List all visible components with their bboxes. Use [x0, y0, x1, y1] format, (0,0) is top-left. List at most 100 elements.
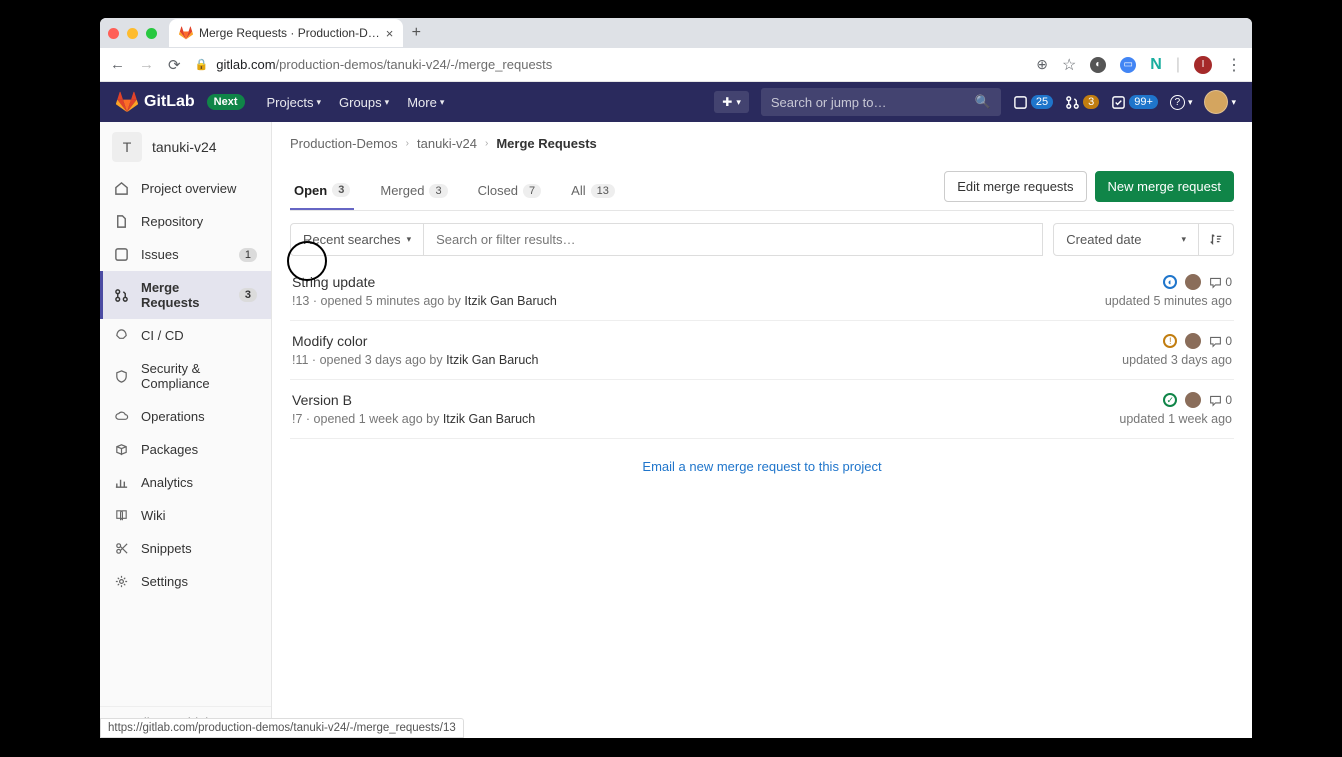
tab-all[interactable]: All13: [567, 173, 619, 208]
zoom-icon[interactable]: ⊕: [1036, 56, 1048, 73]
assignee-avatar[interactable]: [1185, 392, 1201, 408]
comment-count[interactable]: 0: [1209, 275, 1232, 289]
sidebar-item-operations[interactable]: Operations: [100, 400, 271, 433]
reload-button[interactable]: ⟳: [168, 56, 181, 74]
tab-merged[interactable]: Merged3: [376, 173, 451, 208]
chevron-down-icon: ▾: [407, 234, 412, 245]
todo-counter[interactable]: 99+: [1111, 95, 1158, 110]
close-window-icon[interactable]: [108, 28, 119, 39]
breadcrumb-link[interactable]: Production-Demos: [290, 136, 398, 151]
chevron-right-icon: ›: [485, 138, 488, 149]
sidebar-item-snippets[interactable]: Snippets: [100, 532, 271, 565]
file-icon: [114, 214, 129, 229]
assignee-avatar[interactable]: [1185, 274, 1201, 290]
close-tab-icon[interactable]: ×: [386, 26, 394, 41]
sidebar-item-analytics[interactable]: Analytics: [100, 466, 271, 499]
sidebar-item-wiki[interactable]: Wiki: [100, 499, 271, 532]
search-icon: 🔍: [975, 94, 991, 110]
issues-icon: [114, 247, 129, 262]
comment-count[interactable]: 0: [1209, 393, 1232, 407]
gitlab-logo[interactable]: GitLab Next: [116, 91, 245, 113]
back-button[interactable]: ←: [110, 56, 125, 73]
browser-tab[interactable]: Merge Requests · Production-D… ×: [169, 19, 403, 47]
sidebar-item-security[interactable]: Security & Compliance: [100, 352, 271, 400]
sidebar-item-packages[interactable]: Packages: [100, 433, 271, 466]
mr-list: String update !13 · opened 5 minutes ago…: [290, 262, 1234, 439]
nav-more[interactable]: More▾: [407, 95, 444, 110]
url-path: /production-demos/tanuki-v24/-/merge_req…: [276, 57, 553, 72]
extension-icon[interactable]: ▭: [1120, 57, 1136, 73]
tab-open[interactable]: Open3: [290, 173, 354, 210]
profile-avatar[interactable]: I: [1194, 56, 1212, 74]
brand-text: GitLab: [144, 93, 195, 111]
assignee-avatar[interactable]: [1185, 333, 1201, 349]
mr-counter[interactable]: 3: [1065, 95, 1099, 110]
comment-count[interactable]: 0: [1209, 334, 1232, 348]
chevron-down-icon: ▾: [1231, 97, 1236, 108]
breadcrumb: Production-Demos › tanuki-v24 › Merge Re…: [290, 136, 1234, 151]
sidebar-item-issues[interactable]: Issues1: [100, 238, 271, 271]
sort-dropdown[interactable]: Created date▾: [1053, 223, 1199, 256]
project-avatar: T: [112, 132, 142, 162]
filter-bar: Recent searches▾ Created date▾: [290, 223, 1234, 256]
new-button[interactable]: ✚▾: [714, 91, 749, 113]
new-tab-button[interactable]: +: [403, 24, 429, 42]
address-bar: ← → ⟳ 🔒 gitlab.com/production-demos/tanu…: [100, 48, 1252, 82]
mr-title[interactable]: String update: [292, 274, 557, 290]
recent-searches-dropdown[interactable]: Recent searches▾: [290, 223, 424, 256]
todo-icon: [1111, 95, 1126, 110]
mr-item[interactable]: String update !13 · opened 5 minutes ago…: [290, 262, 1234, 321]
comment-icon: [1209, 276, 1222, 289]
sidebar-item-merge-requests[interactable]: Merge Requests3: [100, 271, 271, 319]
chevron-down-icon: ▾: [385, 97, 390, 108]
issues-counter[interactable]: 25: [1013, 95, 1053, 110]
maximize-window-icon[interactable]: [146, 28, 157, 39]
chevron-down-icon: ▾: [316, 97, 321, 108]
mr-item[interactable]: Modify color !11 · opened 3 days ago by …: [290, 321, 1234, 380]
tab-closed[interactable]: Closed7: [474, 173, 546, 208]
forward-button[interactable]: →: [139, 56, 154, 73]
url-host: gitlab.com: [216, 57, 275, 72]
chevron-down-icon: ▾: [1188, 97, 1193, 108]
sort-icon: [1209, 232, 1223, 246]
filter-input[interactable]: [424, 223, 1043, 256]
edit-mr-button[interactable]: Edit merge requests: [944, 171, 1086, 202]
addr-right: ⊕ ☆ ◐ ▭ N | I ⋮: [1036, 55, 1242, 75]
pipeline-success-icon[interactable]: ✓: [1163, 393, 1177, 407]
chevron-right-icon: ›: [406, 138, 409, 149]
nav-groups[interactable]: Groups▾: [339, 95, 389, 110]
plus-icon: ✚: [722, 95, 732, 109]
nav-projects[interactable]: Projects▾: [267, 95, 322, 110]
rocket-icon: [114, 328, 129, 343]
extension-icon[interactable]: N: [1150, 56, 1162, 74]
extension-icon[interactable]: ◐: [1090, 57, 1106, 73]
pipeline-running-icon[interactable]: ◐: [1163, 275, 1177, 289]
mr-title[interactable]: Modify color: [292, 333, 538, 349]
user-avatar-icon: [1204, 90, 1228, 114]
mr-updated: updated 1 week ago: [1119, 412, 1232, 426]
breadcrumb-link[interactable]: tanuki-v24: [417, 136, 477, 151]
gitlab-favicon-icon: [179, 26, 193, 40]
book-icon: [114, 508, 129, 523]
sidebar-item-cicd[interactable]: CI / CD: [100, 319, 271, 352]
help-button[interactable]: ?▾: [1170, 95, 1193, 110]
minimize-window-icon[interactable]: [127, 28, 138, 39]
sidebar-item-repository[interactable]: Repository: [100, 205, 271, 238]
user-menu[interactable]: ▾: [1204, 90, 1236, 114]
mr-item[interactable]: Version B !7 · opened 1 week ago by Itzi…: [290, 380, 1234, 439]
project-header[interactable]: T tanuki-v24: [100, 122, 271, 172]
sidebar-item-overview[interactable]: Project overview: [100, 172, 271, 205]
star-icon[interactable]: ☆: [1062, 55, 1076, 75]
sort-direction-button[interactable]: [1199, 223, 1234, 256]
search-placeholder: Search or jump to…: [771, 95, 887, 110]
email-mr-link[interactable]: Email a new merge request to this projec…: [290, 459, 1234, 474]
url-field[interactable]: 🔒 gitlab.com/production-demos/tanuki-v24…: [195, 57, 1023, 72]
browser-tab-bar: Merge Requests · Production-D… × +: [100, 18, 1252, 48]
browser-menu-icon[interactable]: ⋮: [1226, 55, 1242, 75]
sidebar-item-settings[interactable]: Settings: [100, 565, 271, 598]
mr-title[interactable]: Version B: [292, 392, 535, 408]
mr-tabs: Open3 Merged3 Closed7 All13 Edit merge r…: [290, 171, 1234, 211]
pipeline-warning-icon[interactable]: !: [1163, 334, 1177, 348]
global-search[interactable]: Search or jump to… 🔍: [761, 88, 1001, 116]
new-mr-button[interactable]: New merge request: [1095, 171, 1234, 202]
